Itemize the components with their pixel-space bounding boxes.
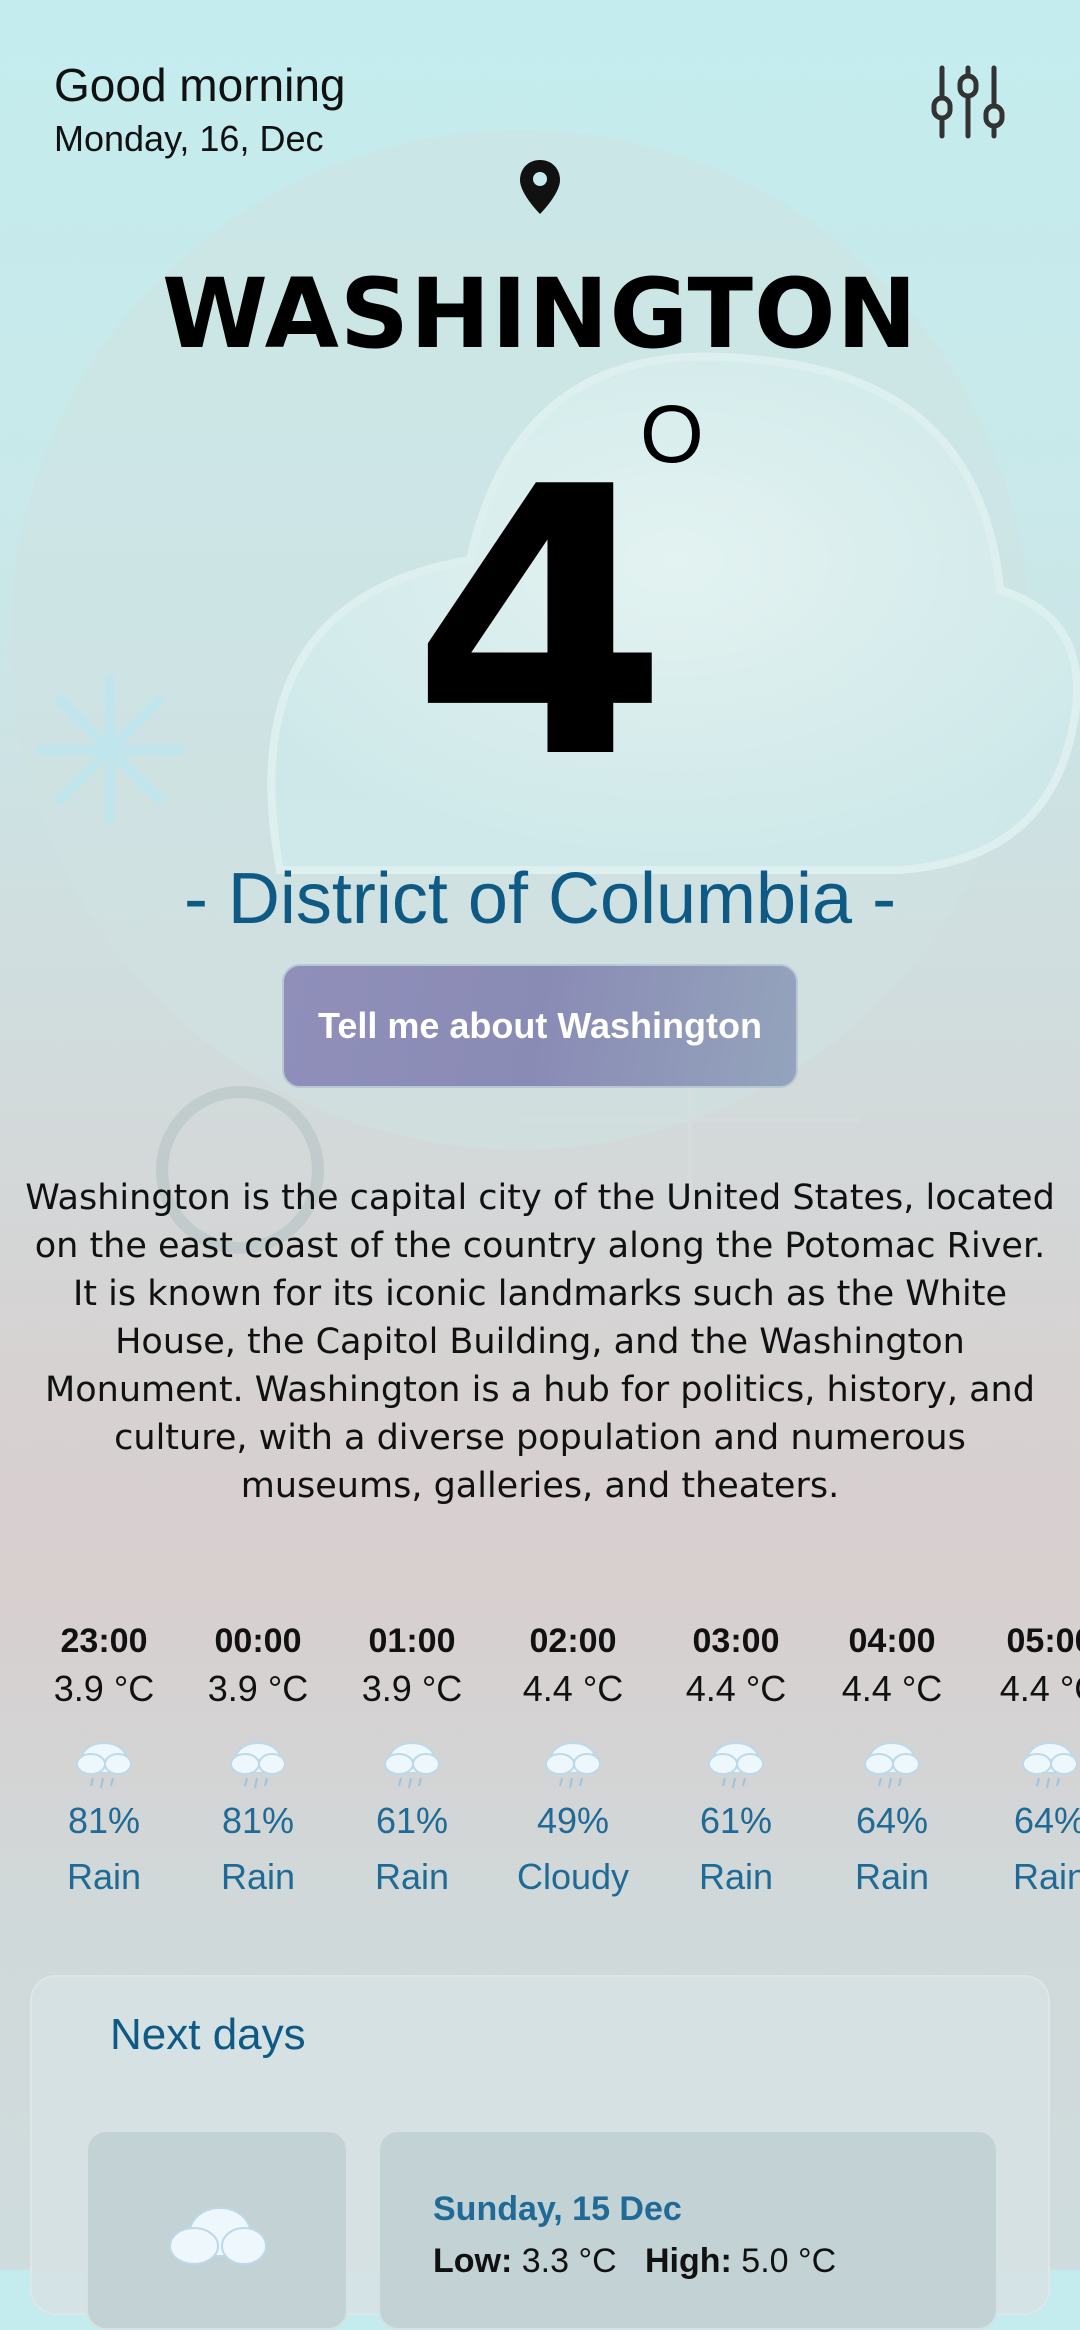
tell-me-about-label: Tell me about Washington — [318, 1005, 762, 1046]
hour-time: 00:00 — [214, 1622, 302, 1660]
hour-condition: Rain — [66, 1856, 142, 1897]
hour-precip: 64% — [855, 1800, 929, 1841]
hour-temp: 4.4 °C — [522, 1668, 624, 1709]
cloud-rain-icon — [545, 1742, 601, 1789]
hour-time: 23:00 — [60, 1622, 148, 1660]
hour-condition: Rain — [374, 1856, 450, 1897]
hourly-forecast[interactable]: 23:00 3.9 °C 81% Rain 00:00 3.9 °C 81% R… — [0, 1622, 1080, 1922]
high-label: High: — [644, 2242, 732, 2280]
cloud-icon — [169, 2207, 267, 2265]
hour-precip: 81% — [67, 1800, 141, 1841]
day-icon-card[interactable] — [86, 2130, 348, 2330]
cloud-rain-icon — [76, 1742, 132, 1789]
hourly-item: 04:00 4.4 °C 64% Rain — [812, 1622, 972, 1898]
hour-condition: Rain — [1012, 1856, 1080, 1897]
hour-condition: Cloudy — [516, 1856, 630, 1897]
hourly-item: 02:00 4.4 °C 49% Cloudy — [493, 1622, 653, 1898]
hourly-item: 23:00 3.9 °C 81% Rain — [24, 1622, 184, 1898]
hour-precip: 64% — [1013, 1800, 1080, 1841]
city-name: WASHINGTON — [162, 258, 918, 370]
hour-time: 02:00 — [529, 1622, 617, 1660]
low-label: Low: — [433, 2242, 513, 2280]
hourly-item: 03:00 4.4 °C 61% Rain — [656, 1622, 816, 1898]
tell-me-about-button[interactable]: Tell me about Washington — [282, 964, 798, 1088]
current-temperature: 4 — [411, 410, 669, 840]
hour-time: 01:00 — [368, 1622, 456, 1660]
greeting: Good morning — [54, 59, 346, 111]
day-temps: Low: 3.3 °C High: 5.0 °C — [433, 2242, 836, 2281]
hour-time: 04:00 — [848, 1622, 936, 1660]
hour-condition: Rain — [220, 1856, 296, 1897]
hour-temp: 3.9 °C — [361, 1668, 463, 1709]
cloud-rain-icon — [864, 1742, 920, 1789]
cloud-rain-icon — [384, 1742, 440, 1789]
day-detail-card[interactable] — [378, 2130, 998, 2330]
hour-precip: 49% — [536, 1800, 610, 1841]
city-description: Washington is the capital city of the Un… — [25, 1178, 1055, 1506]
hour-precip: 81% — [221, 1800, 295, 1841]
hour-time: 05:00 — [1006, 1622, 1080, 1660]
region-name: - District of Columbia - — [183, 859, 897, 939]
hour-condition: Rain — [698, 1856, 774, 1897]
location-pin-icon — [520, 160, 560, 214]
hour-temp: 4.4 °C — [999, 1668, 1080, 1709]
high-temp: 5.0 °C — [741, 2242, 837, 2280]
hour-temp: 3.9 °C — [207, 1668, 309, 1709]
cloud-rain-icon — [708, 1742, 764, 1789]
hour-temp: 4.4 °C — [685, 1668, 787, 1709]
current-date: Monday, 16, Dec — [54, 118, 324, 159]
hour-time: 03:00 — [692, 1622, 780, 1660]
hour-temp: 4.4 °C — [841, 1668, 943, 1709]
day-date: Sunday, 15 Dec — [433, 2190, 682, 2228]
low-temp: 3.3 °C — [521, 2242, 617, 2280]
hour-temp: 3.9 °C — [53, 1668, 155, 1709]
hourly-item: 00:00 3.9 °C 81% Rain — [178, 1622, 338, 1898]
hour-precip: 61% — [699, 1800, 773, 1841]
cloud-rain-icon — [230, 1742, 286, 1789]
hourly-item: 01:00 3.9 °C 61% Rain — [332, 1622, 492, 1898]
hourly-item: 05:00 4.4 °C 64% Rain — [970, 1622, 1080, 1898]
hour-precip: 61% — [375, 1800, 449, 1841]
cloud-rain-icon — [1022, 1742, 1078, 1789]
next-days-title: Next days — [110, 2010, 306, 2059]
hour-condition: Rain — [854, 1856, 930, 1897]
sliders-icon[interactable] — [928, 62, 1008, 142]
